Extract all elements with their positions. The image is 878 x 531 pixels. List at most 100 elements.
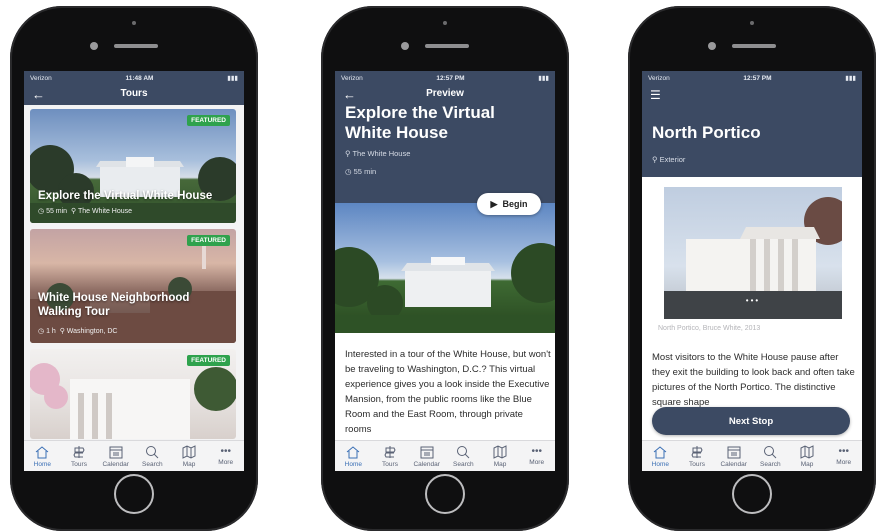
home-icon <box>654 445 667 458</box>
tab-label: Home <box>33 460 51 468</box>
carrier-label: Verizon <box>341 74 363 82</box>
phone-camera <box>443 21 447 25</box>
tour-card[interactable]: FEATURED Explore the Virtual White House… <box>30 109 236 223</box>
list-menu-icon[interactable]: ☰ <box>650 88 661 102</box>
status-bar: Verizon 12:57 PM ▮▮▮ <box>335 71 555 85</box>
phone-front-camera <box>90 42 98 50</box>
tab-tours[interactable]: Tours <box>61 441 98 471</box>
screen: Verizon 11:48 AM ▮▮▮ ← Tours FEATURED Ex… <box>24 71 244 471</box>
image-caption: North Portico, Bruce White, 2013 <box>658 325 761 332</box>
tab-map[interactable]: Map <box>482 441 519 471</box>
map-icon <box>493 444 507 459</box>
back-arrow-icon[interactable]: ← <box>32 87 45 102</box>
tour-card[interactable]: FEATURED White House Neighborhood Walkin… <box>30 229 236 343</box>
tab-label: Map <box>800 460 814 468</box>
phone-camera <box>132 21 136 25</box>
begin-label: Begin <box>502 199 528 209</box>
duration-text: 55 min <box>353 167 377 176</box>
home-icon <box>347 445 360 458</box>
featured-badge: FEATURED <box>187 115 230 126</box>
phone-speaker <box>732 44 776 48</box>
battery-icon: ▮▮▮ <box>845 75 856 82</box>
tab-more[interactable]: ••• More <box>825 441 862 471</box>
nav-bar: ← Tours <box>24 85 244 105</box>
phone-front-camera <box>708 42 716 50</box>
tab-label: Search <box>142 460 163 468</box>
back-arrow-icon[interactable]: ← <box>343 87 356 102</box>
calendar-icon <box>727 446 741 458</box>
next-stop-button[interactable]: Next Stop <box>652 407 850 435</box>
featured-badge: FEATURED <box>187 235 230 246</box>
screen: Verizon 12:57 PM ▮▮▮ ☰ North Portico ⚲ E… <box>642 71 862 471</box>
tab-calendar[interactable]: Calendar <box>97 441 134 471</box>
tab-map[interactable]: Map <box>789 441 826 471</box>
signpost-icon <box>691 445 703 458</box>
tab-home[interactable]: Home <box>24 441 61 471</box>
tab-bar: Home Tours Calendar Search Map ••• More <box>335 440 555 471</box>
tab-label: Tours <box>382 460 398 468</box>
begin-button[interactable]: ▶ Begin <box>477 193 541 215</box>
tab-more[interactable]: ••• More <box>518 441 555 471</box>
tab-label: Calendar <box>720 460 747 468</box>
tour-card[interactable]: FEATURED <box>30 349 236 439</box>
screen: Verizon 12:57 PM ▮▮▮ ← Preview Explore t… <box>335 71 555 471</box>
tab-more[interactable]: ••• More <box>207 441 244 471</box>
phone-front-camera <box>401 42 409 50</box>
tab-calendar[interactable]: Calendar <box>715 441 752 471</box>
tab-search[interactable]: Search <box>134 441 171 471</box>
card-meta: ◷ 55 min ⚲ The White House <box>38 207 132 215</box>
home-button[interactable] <box>425 474 465 514</box>
tab-label: Tours <box>689 460 705 468</box>
tour-list: FEATURED Explore the Virtual White House… <box>24 105 244 441</box>
status-time: 12:57 PM <box>743 74 772 82</box>
featured-badge: FEATURED <box>187 355 230 366</box>
washington-skyline-illustration <box>30 239 236 343</box>
search-icon <box>764 445 777 458</box>
tab-label: Search <box>453 460 474 468</box>
more-dots-icon: ••• <box>220 445 231 457</box>
card-title: White House Neighborhood Walking Tour <box>38 292 190 318</box>
white-house-illustration <box>30 145 236 223</box>
location-pin-icon: ⚲ <box>652 155 658 164</box>
header: ☰ North Portico ⚲ Exterior <box>642 85 862 177</box>
more-dots-icon: ••• <box>838 445 849 457</box>
status-time: 12:57 PM <box>436 74 465 82</box>
tour-heading: Explore the Virtual White House <box>345 103 495 142</box>
phone-tour-preview: Verizon 12:57 PM ▮▮▮ ← Preview Explore t… <box>321 6 569 531</box>
tab-map[interactable]: Map <box>171 441 208 471</box>
white-house-illustration <box>335 243 555 333</box>
calendar-icon <box>109 446 123 458</box>
status-bar: Verizon 11:48 AM ▮▮▮ <box>24 71 244 85</box>
phone-speaker <box>425 44 469 48</box>
tab-calendar[interactable]: Calendar <box>408 441 445 471</box>
card-duration: 55 min <box>46 208 68 215</box>
carrier-label: Verizon <box>30 74 52 82</box>
stop-heading: North Portico <box>652 123 761 142</box>
tab-label: Map <box>182 460 196 468</box>
clock-icon: ◷ <box>345 167 352 176</box>
category-text: Exterior <box>659 155 686 164</box>
tab-search[interactable]: Search <box>752 441 789 471</box>
more-dots-icon: ••• <box>531 445 542 457</box>
tab-home[interactable]: Home <box>335 441 372 471</box>
tab-home[interactable]: Home <box>642 441 679 471</box>
home-button[interactable] <box>114 474 154 514</box>
home-icon <box>36 445 49 458</box>
tab-label: Tours <box>71 460 87 468</box>
tab-tours[interactable]: Tours <box>372 441 409 471</box>
calendar-icon <box>420 446 434 458</box>
tab-search[interactable]: Search <box>445 441 482 471</box>
tour-description: Interested in a tour of the White House,… <box>345 349 551 435</box>
location-pin-icon: ⚲ <box>59 328 65 335</box>
carrier-label: Verizon <box>648 74 670 82</box>
search-icon <box>457 445 470 458</box>
page-title: Preview <box>426 88 464 99</box>
tab-tours[interactable]: Tours <box>679 441 716 471</box>
card-location: Washington, DC <box>66 328 118 335</box>
location-pin-icon: ⚲ <box>345 149 351 158</box>
carousel-dots[interactable]: ••• <box>664 296 842 305</box>
tab-label: More <box>836 458 852 466</box>
stop-category: ⚲ Exterior <box>652 155 685 164</box>
location-pin-icon: ⚲ <box>70 208 77 215</box>
home-button[interactable] <box>732 474 772 514</box>
